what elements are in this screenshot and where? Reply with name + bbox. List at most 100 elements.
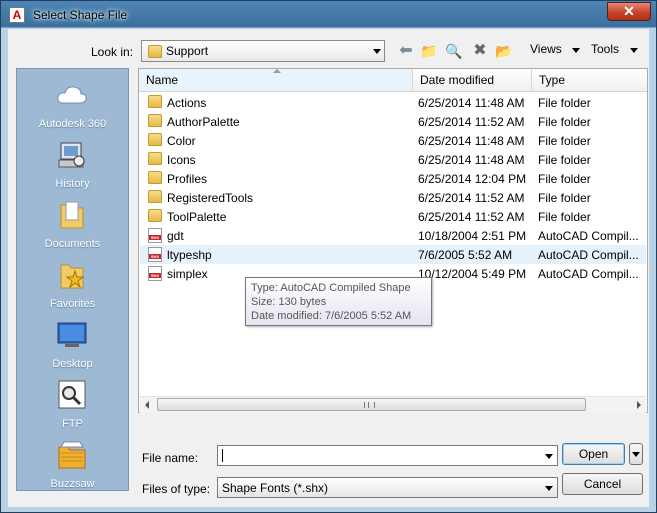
horizontal-scrollbar[interactable]: [140, 396, 646, 413]
chevron-down-icon: [545, 486, 553, 491]
file-name-input[interactable]: [217, 445, 558, 466]
place-ftp[interactable]: FTP: [17, 379, 128, 439]
file-name-cell: Actions: [167, 96, 207, 110]
shx-file-icon: SHX: [148, 266, 162, 281]
sort-ascending-icon: [273, 69, 281, 73]
create-folder-icon[interactable]: 📂: [495, 42, 513, 60]
tools-dropdown-icon[interactable]: [630, 48, 638, 53]
table-row[interactable]: Icons 6/25/2014 11:48 AM File folder: [140, 150, 646, 169]
tools-menu[interactable]: Tools: [591, 42, 619, 56]
files-of-type-label: Files of type:: [142, 482, 211, 496]
open-button[interactable]: Open: [562, 443, 625, 465]
buzzsaw-icon: [58, 441, 86, 469]
file-name-cell: Profiles: [167, 172, 208, 186]
column-header-date-modified[interactable]: Date modified: [413, 69, 532, 91]
type-cell: AutoCAD Compil...: [538, 248, 639, 262]
title-bar[interactable]: A Select Shape File ✕: [1, 1, 656, 29]
up-folder-icon[interactable]: 📁: [420, 42, 438, 60]
date-modified-cell: 6/25/2014 11:52 AM: [418, 210, 525, 224]
place-history[interactable]: History: [17, 139, 128, 199]
scrollbar-thumb[interactable]: [157, 398, 586, 411]
table-row[interactable]: ToolPalette 6/25/2014 11:52 AM File folder: [140, 207, 646, 226]
text-caret: [222, 449, 223, 462]
tooltip-size: Size: 130 bytes: [251, 296, 327, 308]
place-documents[interactable]: Documents: [17, 199, 128, 259]
scroll-right-icon[interactable]: [637, 401, 641, 409]
file-list[interactable]: Name Date modified Type Actions 6/25/2014…: [138, 68, 648, 413]
chevron-down-icon: [632, 452, 640, 457]
table-row[interactable]: AuthorPalette 6/25/2014 11:52 AM File fold…: [140, 112, 646, 131]
date-modified-cell: 10/12/2004 5:49 PM: [418, 267, 527, 281]
chevron-down-icon: [373, 49, 381, 54]
table-row[interactable]: Profiles 6/25/2014 12:04 PM File folder: [140, 169, 646, 188]
table-row[interactable]: Actions 6/25/2014 11:48 AM File folder: [140, 93, 646, 112]
favorites-icon: [60, 264, 85, 289]
file-name-cell: simplex: [167, 267, 208, 281]
scroll-left-icon[interactable]: [145, 401, 149, 409]
date-modified-cell: 6/25/2014 11:52 AM: [418, 115, 525, 129]
tooltip-date-modified: Date modified: 7/6/2005 5:52 AM: [251, 310, 412, 322]
back-icon[interactable]: ⬅: [397, 42, 415, 60]
delete-icon[interactable]: ✖: [471, 42, 489, 60]
type-cell: File folder: [538, 153, 591, 167]
tooltip-type: Type: AutoCAD Compiled Shape: [251, 282, 411, 294]
window-title: Select Shape File: [33, 8, 128, 22]
folder-icon: [148, 95, 162, 108]
file-info-tooltip: Type: AutoCAD Compiled Shape Size: 130 b…: [245, 277, 432, 326]
chevron-down-icon[interactable]: [545, 454, 553, 459]
folder-icon: [148, 45, 162, 58]
file-list-header: Name Date modified Type: [139, 69, 647, 92]
file-name-cell: AuthorPalette: [167, 115, 240, 129]
look-in-label: Look in:: [91, 45, 134, 59]
file-name-cell: Icons: [167, 153, 196, 167]
shx-file-icon: SHX: [148, 228, 162, 243]
file-name-cell: Color: [167, 134, 196, 148]
file-name-cell: ltypeshp: [167, 248, 212, 262]
folder-icon: [148, 190, 162, 203]
date-modified-cell: 6/25/2014 11:48 AM: [418, 153, 525, 167]
table-row[interactable]: RegisteredTools 6/25/2014 11:52 AM File fo…: [140, 188, 646, 207]
folder-icon: [148, 114, 162, 127]
column-header-name[interactable]: Name: [139, 69, 413, 91]
date-modified-cell: 6/25/2014 11:52 AM: [418, 191, 525, 205]
search-web-icon[interactable]: 🔍: [445, 42, 463, 60]
history-icon: [58, 142, 85, 168]
shx-file-icon: SHX: [148, 247, 162, 262]
folder-icon: [148, 152, 162, 165]
table-row[interactable]: Color 6/25/2014 11:48 AM File folder: [140, 131, 646, 150]
type-cell: File folder: [538, 191, 591, 205]
files-of-type-dropdown[interactable]: Shape Fonts (*.shx): [217, 477, 558, 498]
date-modified-cell: 6/25/2014 11:48 AM: [418, 134, 525, 148]
open-options-button[interactable]: [629, 443, 643, 465]
documents-icon: [60, 201, 84, 229]
column-header-type[interactable]: Type: [532, 69, 647, 91]
place-favorites[interactable]: Favorites: [17, 259, 128, 319]
table-row[interactable]: SHX ltypeshp 7/6/2005 5:52 AM AutoCAD Compi…: [140, 245, 646, 264]
folder-icon: [148, 209, 162, 222]
place-buzzsaw[interactable]: Buzzsaw: [17, 439, 128, 499]
look-in-dropdown[interactable]: Support: [141, 40, 385, 62]
date-modified-cell: 6/25/2014 11:48 AM: [418, 96, 525, 110]
date-modified-cell: 6/25/2014 12:04 PM: [418, 172, 527, 186]
table-row[interactable]: SHX gdt 10/18/2004 2:51 PM AutoCAD Compil..…: [140, 226, 646, 245]
type-cell: File folder: [538, 134, 591, 148]
date-modified-cell: 7/6/2005 5:52 AM: [418, 248, 513, 262]
cancel-button[interactable]: Cancel: [562, 473, 643, 495]
close-icon: ✕: [623, 3, 635, 19]
close-button[interactable]: ✕: [607, 2, 651, 21]
type-cell: File folder: [538, 115, 591, 129]
file-name-cell: RegisteredTools: [167, 191, 254, 205]
date-modified-cell: 10/18/2004 2:51 PM: [418, 229, 527, 243]
views-menu[interactable]: Views: [530, 42, 562, 56]
file-name-label: File name:: [142, 451, 199, 465]
type-cell: File folder: [538, 172, 591, 186]
cloud-icon: [57, 86, 87, 104]
folder-icon: [148, 171, 162, 184]
dialog-body: Look in: Support ⬅ 📁 🔍 ✖ 📂 Views Tools A…: [8, 29, 649, 507]
type-cell: File folder: [538, 210, 591, 224]
views-dropdown-icon[interactable]: [572, 48, 580, 53]
look-in-value: Support: [166, 44, 209, 58]
place-desktop[interactable]: Desktop: [17, 319, 128, 379]
place-autodesk-360[interactable]: Autodesk 360: [17, 79, 128, 139]
file-name-cell: gdt: [167, 229, 184, 243]
